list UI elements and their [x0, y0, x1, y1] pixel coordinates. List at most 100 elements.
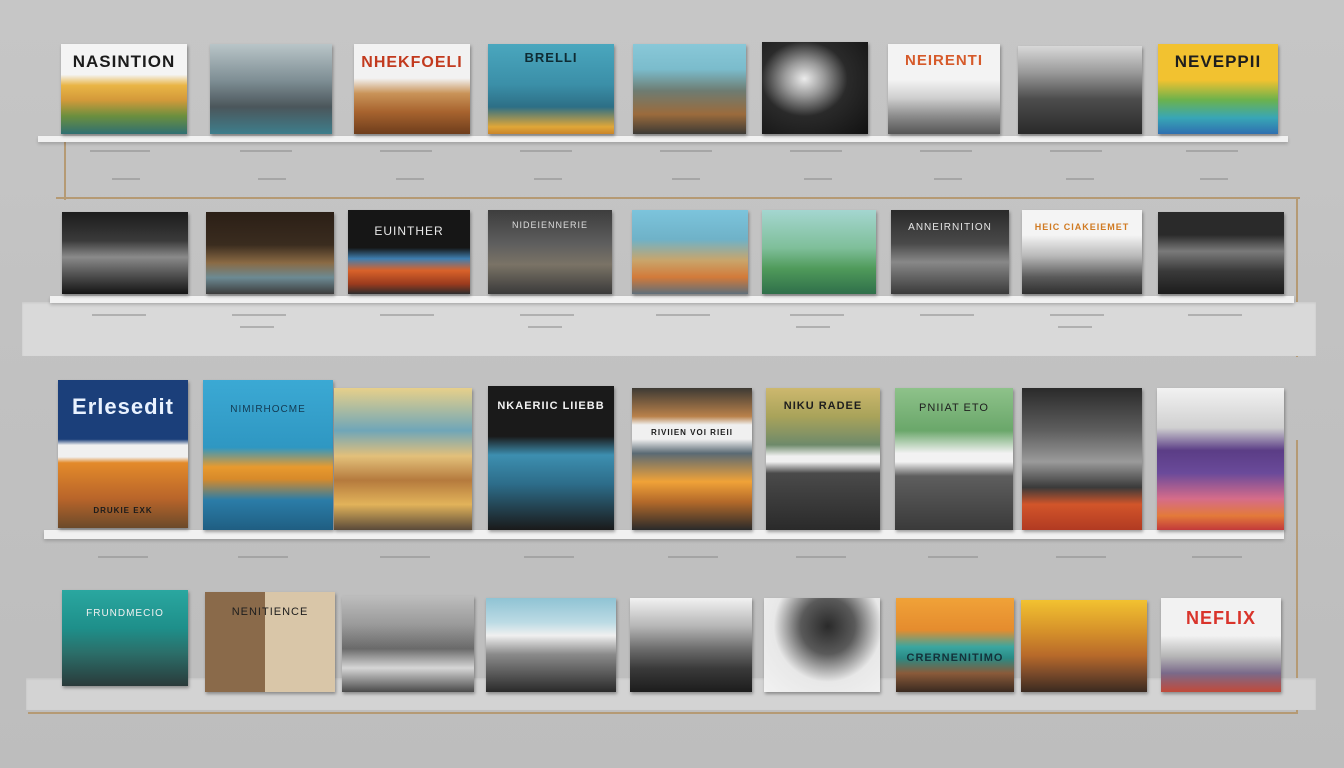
poster-title: HEIC CIAKEIEMET: [1034, 222, 1130, 232]
poster-r2c6[interactable]: [762, 210, 876, 294]
poster-r4c3[interactable]: [342, 596, 474, 692]
caption: [672, 178, 700, 180]
poster-title: CRERNENITIMO: [906, 652, 1004, 664]
poster-title: BRELLI: [524, 50, 578, 65]
shelf-3: [44, 530, 1284, 539]
caption: [524, 556, 574, 558]
caption: [928, 556, 978, 558]
poster-r3c2[interactable]: NIMIRHOCME: [203, 380, 333, 530]
poster-r4c5[interactable]: [630, 598, 752, 692]
poster-title: Erlesedit: [72, 394, 174, 419]
poster-title: NENITIENCE: [231, 606, 309, 618]
poster-r2c7[interactable]: ANNEIRNITION: [891, 210, 1009, 294]
poster-title: NEVEPPII: [1174, 52, 1262, 71]
shelf-1: [38, 136, 1288, 142]
poster-r4c9[interactable]: NEFLIX: [1161, 598, 1281, 692]
poster-title: RIVIIEN VOI RIEII: [651, 428, 733, 437]
poster-r1c8[interactable]: [1018, 46, 1142, 134]
poster-r3c1[interactable]: Erlesedit DRUKIE EXK: [58, 380, 188, 528]
poster-title: NKAERIIC LIIEBB: [497, 400, 605, 412]
shelf-2: [50, 296, 1294, 303]
poster-r2c1[interactable]: [62, 212, 188, 294]
poster-title: NEFLIX: [1185, 608, 1256, 628]
poster-r1c1[interactable]: NASINTION: [61, 44, 187, 134]
poster-r4c8[interactable]: [1021, 600, 1147, 692]
poster-title: PNIIAT ETO: [919, 402, 989, 414]
caption: [1200, 178, 1228, 180]
caption: [520, 314, 574, 316]
caption: [92, 314, 146, 316]
poster-r4c4[interactable]: [486, 598, 616, 692]
caption: [804, 178, 832, 180]
poster-r3c6[interactable]: NIKU RADEE: [766, 388, 880, 530]
poster-r2c4[interactable]: NIDEIENNERIE: [488, 210, 612, 294]
poster-r1c6[interactable]: [762, 42, 868, 134]
shelf-2-panel: [22, 302, 1316, 356]
poster-r3c7[interactable]: PNIIAT ETO: [895, 388, 1013, 530]
poster-r1c4[interactable]: BRELLI: [488, 44, 614, 134]
brass-rod-left: [64, 140, 66, 200]
caption: [790, 314, 844, 316]
caption: [790, 150, 842, 152]
caption: [1192, 556, 1242, 558]
caption: [520, 150, 572, 152]
caption: [380, 556, 430, 558]
poster-r2c9[interactable]: [1158, 212, 1284, 294]
caption: [380, 150, 432, 152]
caption: [796, 556, 846, 558]
poster-r4c2[interactable]: NENITIENCE: [205, 592, 335, 692]
poster-title: NHEKFOELI: [361, 54, 463, 71]
poster-r3c8[interactable]: [1022, 388, 1142, 530]
caption: [656, 314, 710, 316]
caption: [232, 314, 286, 316]
poster-r3c3[interactable]: [334, 388, 472, 530]
poster-title: NIMIRHOCME: [230, 404, 306, 415]
caption: [258, 178, 286, 180]
caption: [98, 556, 148, 558]
caption: [796, 326, 830, 328]
caption: [920, 150, 972, 152]
poster-r1c2[interactable]: [210, 44, 332, 134]
poster-r2c5[interactable]: [632, 210, 748, 294]
poster-title: NASINTION: [72, 52, 176, 71]
brass-rod-top: [56, 197, 1300, 199]
poster-r1c9[interactable]: NEVEPPII: [1158, 44, 1278, 134]
brass-rod-right-lower: [1296, 440, 1298, 712]
poster-r2c8[interactable]: HEIC CIAKEIEMET: [1022, 210, 1142, 294]
poster-title: NIDEIENNERIE: [511, 220, 588, 230]
poster-r3c9[interactable]: [1157, 388, 1284, 530]
poster-title: EUINTHER: [374, 224, 444, 238]
caption: [920, 314, 974, 316]
poster-r3c4[interactable]: NKAERIIC LIIEBB: [488, 386, 614, 530]
poster-r1c3[interactable]: NHEKFOELI: [354, 44, 470, 134]
caption: [660, 150, 712, 152]
caption: [534, 178, 562, 180]
poster-title: NIKU RADEE: [783, 400, 863, 412]
brass-rod-bottom: [28, 712, 1298, 714]
caption: [396, 178, 424, 180]
poster-r3c5[interactable]: RIVIIEN VOI RIEII: [632, 388, 752, 530]
caption: [1056, 556, 1106, 558]
caption: [90, 150, 150, 152]
poster-r1c5[interactable]: [633, 44, 746, 134]
caption: [1188, 314, 1242, 316]
poster-r4c6[interactable]: [764, 598, 880, 692]
poster-r2c2[interactable]: [206, 212, 334, 294]
caption: [238, 556, 288, 558]
poster-title: ANNEIRNITION: [908, 222, 992, 233]
poster-title: NEIRENTI: [904, 52, 983, 69]
poster-r4c1[interactable]: FRUNDMECIO: [62, 590, 188, 686]
caption: [1066, 178, 1094, 180]
poster-r2c3[interactable]: EUINTHER: [348, 210, 470, 294]
poster-r1c7[interactable]: NEIRENTI: [888, 44, 1000, 134]
poster-r4c7[interactable]: CRERNENITIMO: [896, 598, 1014, 692]
caption: [1058, 326, 1092, 328]
caption: [240, 326, 274, 328]
poster-subtitle: DRUKIE EXK: [93, 506, 153, 515]
caption: [112, 178, 140, 180]
caption: [934, 178, 962, 180]
caption: [1050, 314, 1104, 316]
caption: [528, 326, 562, 328]
caption: [380, 314, 434, 316]
caption: [668, 556, 718, 558]
